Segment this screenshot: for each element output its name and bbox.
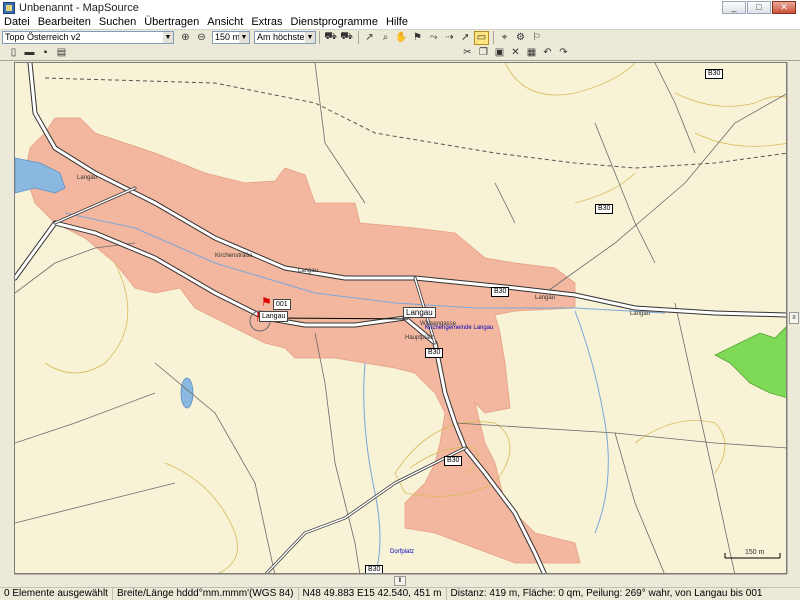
street-label-hauptplatz: Hauptplatz [405,335,434,341]
map-canvas [15,63,786,573]
toolbar-bottom: ▯ ▬ ▪ ▤ ✂ ❐ ▣ ✕ ▦ ↶ ↷ [0,45,800,61]
close-button[interactable]: ✕ [772,1,796,14]
map-receive-icon[interactable]: ⛟ [339,31,354,45]
menu-bearbeiten[interactable]: Bearbeiten [34,15,95,30]
street-label-kirche: Kirchenstraße [215,253,253,259]
status-measure: Distanz: 419 m, Fläche: 0 qm, Peilung: 2… [450,588,763,599]
track-tool-icon[interactable]: ⇢ [442,31,457,45]
detail-value: Am höchsten [257,32,310,42]
poi-label-dorfplatz: Dorfplatz [390,549,415,555]
waypoint-flag-icon[interactable]: ⚑ [261,295,272,309]
menu-suchen[interactable]: Suchen [95,15,140,30]
road-label-b30: B30 [491,287,510,297]
street-label: Langau [535,295,556,301]
toolbar-separator [319,31,320,44]
forest-area [714,326,786,398]
waypoint-label-langau[interactable]: Langau [259,311,289,322]
new-file-icon[interactable]: ▯ [6,46,21,60]
title-bar: Unbenannt - MapSource _ □ ✕ [0,0,800,15]
vertical-scroll-thumb[interactable]: ≡ [789,312,799,324]
zoom-out-icon[interactable]: ⊖ [194,31,209,45]
waypoint-label-001[interactable]: 001 [273,299,291,310]
undo-icon[interactable]: ↶ [540,46,555,60]
status-bar: 0 Elemente ausgewählt Breite/Länge hddd°… [0,587,800,600]
zoom-tool-icon[interactable]: ⌕ [378,31,393,45]
maximize-button[interactable]: □ [747,1,771,14]
save-disk-icon[interactable]: ▪ [38,46,53,60]
menu-dienstprogramme[interactable]: Dienstprogramme [287,15,382,30]
window-title: Unbenannt - MapSource [19,1,139,14]
redo-icon[interactable]: ↷ [556,46,571,60]
menu-datei[interactable]: Datei [0,15,34,30]
map-product-select[interactable]: Topo Österreich v2 ▼ [2,31,174,44]
window-controls: _ □ ✕ [722,1,796,14]
left-frame [0,62,14,574]
toolbar-top: Topo Österreich v2 ▼ ⊕ ⊖ 150 m ▼ Am höch… [0,30,800,45]
copy-icon[interactable]: ❐ [476,46,491,60]
chevron-down-icon: ▼ [305,32,315,43]
map-view[interactable]: B30 B30 B30 B30 B30 B30 Langau Langau La… [14,62,787,574]
pan-hand-icon[interactable]: ✋ [394,31,409,45]
horizontal-scroll-thumb[interactable]: ⦀ [394,576,406,586]
find-places-icon[interactable]: ⌖ [497,31,512,45]
app-icon [3,1,15,14]
scale-label: 150 m [745,549,765,556]
zoom-level-value: 150 m [215,32,241,42]
road-label-b30: B30 [425,348,444,358]
paste-icon[interactable]: ▣ [492,46,507,60]
status-position: N48 49.883 E15 42.540, 451 m [299,588,447,600]
menu-uebertragen[interactable]: Übertragen [140,15,203,30]
waypoint-tool-icon[interactable]: ⚑ [410,31,425,45]
cut-icon[interactable]: ✂ [460,46,475,60]
status-selection: 0 Elemente ausgewählt [0,588,113,600]
open-folder-icon[interactable]: ▬ [22,46,37,60]
road-label-b30: B30 [365,565,384,573]
waypoint-mark-icon[interactable]: ⚐ [529,31,544,45]
detail-select[interactable]: Am höchsten ▼ [254,31,316,44]
status-format: Breite/Länge hddd°mm.mmm'(WGS 84) [113,588,299,600]
chevron-down-icon: ▼ [239,32,249,43]
menu-ansicht[interactable]: Ansicht [203,15,247,30]
settlement-area [24,117,581,564]
vertical-scrollbar[interactable]: ≡ [787,62,800,574]
street-label: Langau [77,175,98,181]
map-send-icon[interactable]: ⛟ [323,31,338,45]
menu-hilfe[interactable]: Hilfe [382,15,412,30]
place-label-langau[interactable]: Langau [403,307,436,318]
minimize-button[interactable]: _ [722,1,746,14]
toolbar-separator [493,31,494,44]
find-device-icon[interactable]: ⚙ [513,31,528,45]
zoom-in-icon[interactable]: ⊕ [178,31,193,45]
route-tool-icon[interactable]: ⤳ [426,31,441,45]
poi-label-kirchengemeinde: Kirchengemeinde Langau [425,325,494,331]
road-label-b30: B30 [444,456,463,466]
menu-bar: Datei Bearbeiten Suchen Übertragen Ansic… [0,15,800,30]
toolbar-separator [358,31,359,44]
road-label-b30: B30 [705,69,724,79]
street-label: Langau [630,311,651,317]
pointer-icon[interactable]: ➚ [458,31,473,45]
road-label-b30: B30 [595,204,614,214]
menu-extras[interactable]: Extras [247,15,286,30]
map-select-tool-icon[interactable]: ↗ [362,31,377,45]
print-icon[interactable]: ▤ [54,46,69,60]
properties-icon[interactable]: ▦ [524,46,539,60]
zoom-level-select[interactable]: 150 m ▼ [212,31,250,44]
delete-icon[interactable]: ✕ [508,46,523,60]
map-product-value: Topo Österreich v2 [5,32,81,42]
horizontal-scrollbar[interactable]: ⦀ [14,574,787,587]
street-label: Langau [298,268,319,274]
distance-ruler-icon[interactable]: ▭ [474,30,489,45]
chevron-down-icon: ▼ [163,32,173,43]
